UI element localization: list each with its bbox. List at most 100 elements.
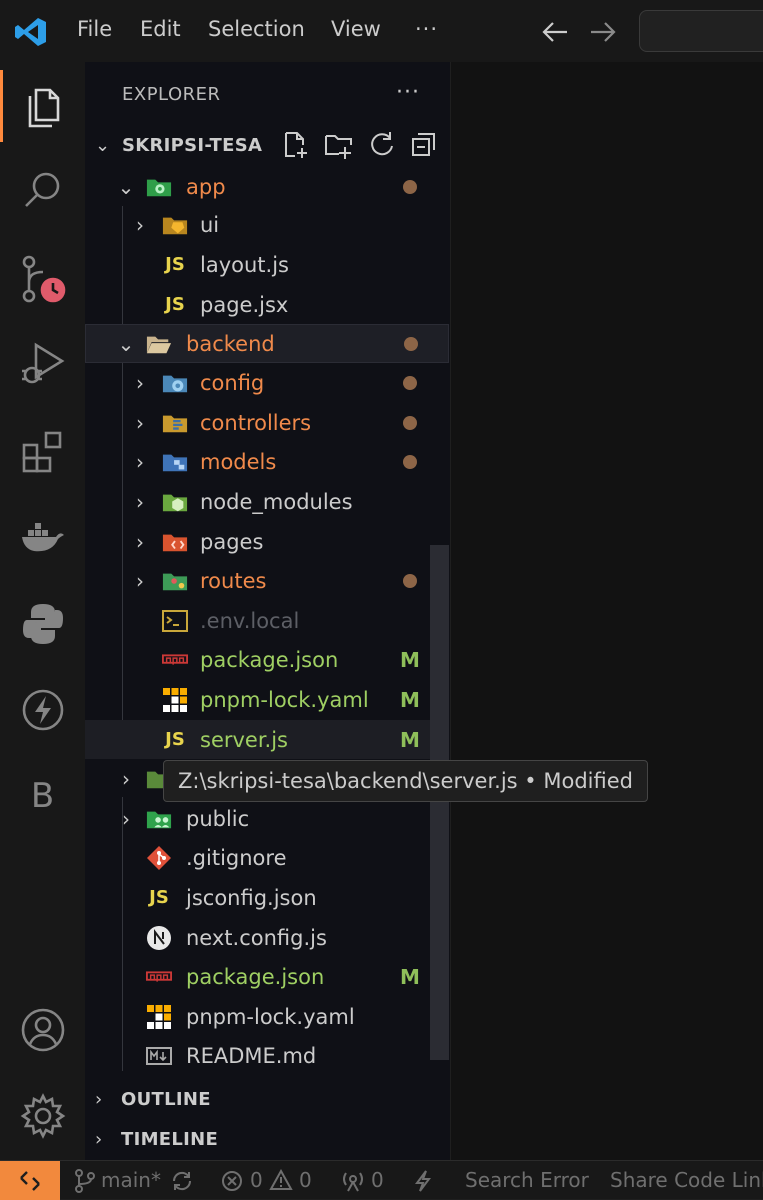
explorer-more-button[interactable]: ··· — [396, 80, 420, 105]
bootstrap-activity-letter[interactable]: B — [0, 760, 85, 832]
tree-folder-public[interactable]: › public — [85, 799, 449, 838]
vscode-logo-icon — [15, 18, 46, 46]
tree-file-package-json-root[interactable]: package.json M — [85, 957, 449, 996]
tree-folder-pages[interactable]: › pages — [85, 522, 449, 561]
tree-item-label: models — [200, 449, 277, 474]
chevron-right-icon: › — [136, 449, 144, 474]
git-file-icon — [146, 845, 172, 871]
share-code-link-status[interactable]: Share Code Link — [610, 1168, 763, 1192]
tree-file-layout-js[interactable]: JS layout.js — [85, 245, 449, 284]
tree-folder-models[interactable]: › models — [85, 442, 449, 481]
tree-folder-ui[interactable]: › ui — [85, 205, 449, 244]
tree-item-label: jsconfig.json — [186, 885, 317, 910]
tree-item-label: app — [186, 174, 226, 199]
chevron-right-icon: › — [122, 806, 130, 831]
collapse-all-icon[interactable] — [410, 130, 438, 160]
tree-file-page-jsx[interactable]: JS page.jsx — [85, 285, 449, 324]
chevron-right-icon: › — [136, 489, 144, 514]
tree-item-label: package.json — [200, 647, 339, 672]
sync-icon[interactable] — [170, 1169, 194, 1193]
tree-file-server-js[interactable]: JS server.js M — [85, 720, 449, 759]
tree-file-pnpm-lock[interactable]: pnpm-lock.yaml M — [85, 680, 449, 719]
new-file-icon[interactable] — [282, 130, 310, 160]
sidebar-scrollbar[interactable] — [430, 545, 449, 1060]
tree-item-label: server.js — [200, 727, 288, 752]
search-activity-icon[interactable] — [0, 154, 85, 226]
tree-file-next-config[interactable]: next.config.js — [85, 918, 449, 957]
tree-file-jsconfig[interactable]: JS jsconfig.json — [85, 878, 449, 917]
timeline-section-header[interactable]: › TIMELINE — [95, 1123, 218, 1155]
env-file-icon — [162, 608, 188, 634]
tree-folder-routes[interactable]: › routes — [85, 561, 449, 600]
folder-routes-icon — [162, 568, 188, 594]
branch-label[interactable]: main* — [101, 1168, 161, 1192]
ports-count[interactable]: 0 — [371, 1168, 384, 1192]
remote-indicator-button[interactable] — [0, 1161, 60, 1200]
folder-models-icon — [162, 449, 188, 475]
modified-badge: M — [400, 687, 420, 712]
chevron-right-icon: › — [122, 766, 130, 791]
tree-item-label: node_modules — [200, 489, 353, 514]
menu-more[interactable]: ··· — [415, 17, 438, 41]
tree-item-label: backend — [186, 331, 275, 356]
tree-folder-node-modules[interactable]: › node_modules — [85, 482, 449, 521]
folder-controllers-icon — [162, 410, 188, 436]
source-control-activity-icon[interactable] — [0, 244, 85, 316]
tree-folder-app[interactable]: ⌄ app — [85, 167, 449, 206]
tree-file-readme[interactable]: README.md — [85, 1036, 449, 1075]
forward-arrow-icon[interactable] — [589, 20, 617, 44]
tree-folder-config[interactable]: › config — [85, 363, 449, 402]
tree-file-env-local[interactable]: .env.local — [85, 601, 449, 640]
docker-activity-icon[interactable] — [0, 502, 85, 574]
chevron-down-icon: ⌄ — [117, 174, 135, 199]
ports-icon — [343, 1172, 363, 1192]
chevron-right-icon: › — [136, 529, 144, 554]
tree-item-label: page.jsx — [200, 292, 289, 317]
modified-badge: M — [400, 727, 420, 752]
timeline-section-label: TIMELINE — [121, 1128, 219, 1150]
tree-item-label: next.config.js — [186, 925, 327, 950]
menu-file[interactable]: File — [77, 17, 112, 41]
tree-item-label: .gitignore — [186, 845, 287, 870]
chevron-right-icon: › — [136, 212, 144, 237]
error-count[interactable]: 0 — [250, 1168, 263, 1192]
javascript-file-icon: JS — [165, 254, 185, 275]
explorer-activity-icon[interactable] — [0, 70, 85, 142]
modified-dot — [403, 179, 417, 194]
pnpm-file-icon — [146, 1004, 172, 1030]
search-error-status[interactable]: Search Error — [465, 1168, 589, 1192]
tree-file-gitignore[interactable]: .gitignore — [85, 838, 449, 877]
tree-file-package-json[interactable]: package.json M — [85, 640, 449, 679]
tree-folder-backend[interactable]: ⌄ backend — [85, 324, 449, 363]
folder-open-icon — [146, 331, 172, 357]
extensions-activity-icon[interactable] — [0, 416, 85, 488]
command-center-search[interactable] — [639, 10, 763, 52]
new-folder-icon[interactable] — [324, 130, 354, 160]
markdown-file-icon — [146, 1043, 172, 1069]
modified-dot — [403, 573, 417, 588]
outline-section-header[interactable]: › OUTLINE — [95, 1083, 211, 1115]
branch-icon — [75, 1169, 95, 1193]
tree-item-label: .env.local — [200, 608, 300, 633]
back-arrow-icon[interactable] — [541, 20, 569, 44]
accounts-icon[interactable] — [0, 994, 85, 1066]
menu-view[interactable]: View — [331, 17, 381, 41]
tree-folder-controllers[interactable]: › controllers — [85, 403, 449, 442]
chevron-down-icon: ⌄ — [117, 331, 135, 356]
lightning-icon[interactable] — [413, 1169, 433, 1193]
tree-file-pnpm-lock-root[interactable]: pnpm-lock.yaml — [85, 997, 449, 1036]
refresh-icon[interactable] — [368, 130, 396, 160]
workspace-root-header[interactable]: ⌄ SKRIPSI-TESA — [95, 129, 262, 161]
menu-selection[interactable]: Selection — [208, 17, 305, 41]
warning-count[interactable]: 0 — [299, 1168, 312, 1192]
menu-edit[interactable]: Edit — [140, 17, 181, 41]
python-activity-icon[interactable] — [0, 588, 85, 660]
tree-item-label: pnpm-lock.yaml — [186, 1004, 355, 1029]
settings-gear-icon[interactable] — [0, 1080, 85, 1152]
pnpm-file-icon — [162, 687, 188, 713]
outline-section-label: OUTLINE — [121, 1088, 211, 1110]
error-icon — [222, 1171, 242, 1191]
thunder-client-activity-icon[interactable] — [0, 674, 85, 746]
tree-item-label: ui — [200, 212, 220, 237]
run-debug-activity-icon[interactable] — [0, 328, 85, 400]
